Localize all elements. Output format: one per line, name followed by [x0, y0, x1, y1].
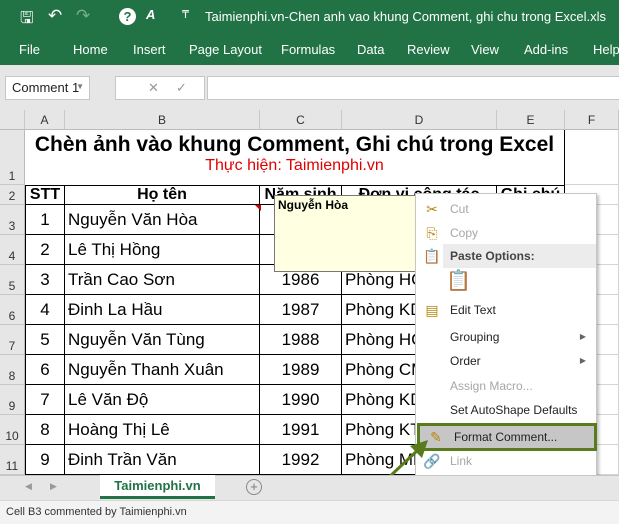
add-sheet-icon[interactable]: + [246, 479, 262, 495]
sheet-tab-label: Taimienphi.vn [114, 478, 201, 493]
status-text: Cell B3 commented by Taimienphi.vn [6, 506, 187, 518]
scroll-left-icon[interactable]: ◀ [25, 481, 32, 492]
sheet-tab-taimienphi[interactable]: Taimienphi.vn [100, 475, 215, 499]
status-bar: Cell B3 commented by Taimienphi.vn [0, 500, 619, 524]
annotation-arrow [350, 440, 428, 514]
scroll-right-icon[interactable]: ▶ [50, 481, 57, 492]
sheet-tabs-bar: ◀ ▶ Taimienphi.vn + [0, 475, 619, 500]
